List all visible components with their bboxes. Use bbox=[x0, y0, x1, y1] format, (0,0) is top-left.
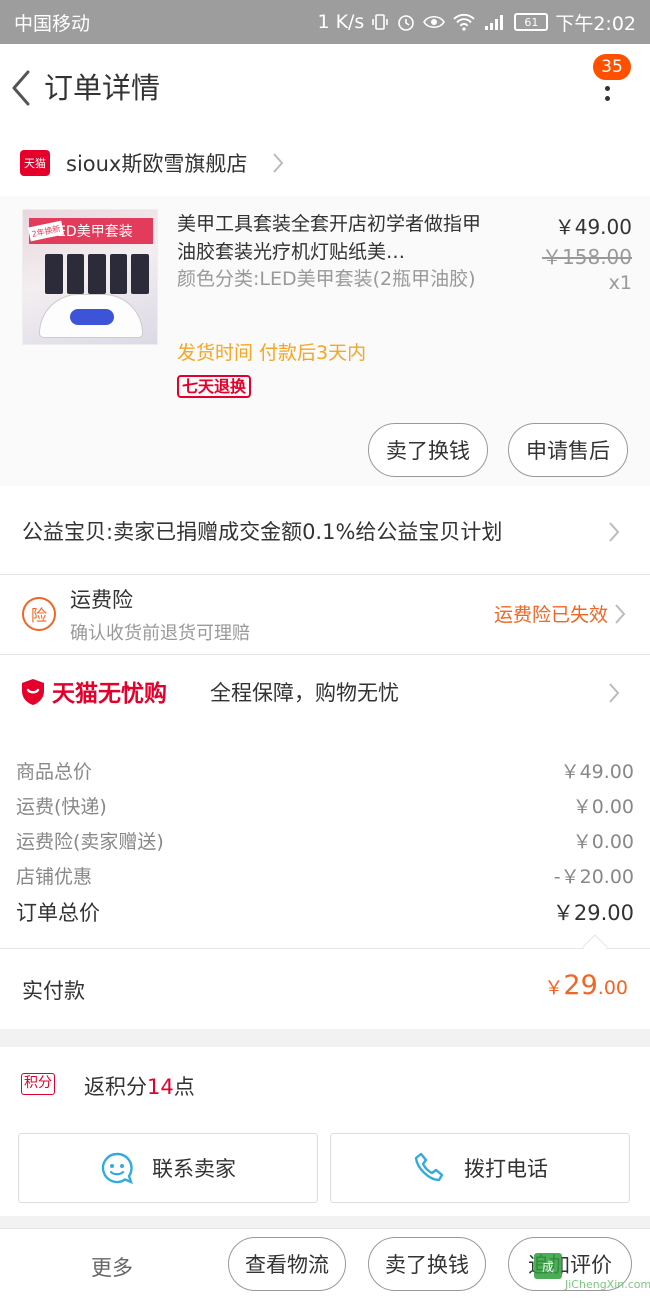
page-title: 订单详情 bbox=[44, 71, 161, 105]
tmall-logo: 天猫 bbox=[20, 150, 50, 176]
call-phone-button[interactable]: 拨打电话 bbox=[330, 1133, 630, 1203]
thumb-lamp bbox=[39, 294, 143, 338]
summary-row: 运费(快递) ￥0.00 bbox=[16, 792, 634, 819]
alarm-icon bbox=[396, 12, 416, 32]
wifi-icon bbox=[452, 13, 476, 31]
network-speed: 1 K/s bbox=[317, 11, 365, 33]
shield-icon bbox=[22, 679, 44, 705]
carrier-label: 中国移动 bbox=[14, 12, 91, 35]
chevron-right-icon bbox=[615, 604, 626, 624]
points-number: 14 bbox=[147, 1075, 174, 1099]
product-sku: 颜色分类:LED美甲套装(2瓶甲油胶) bbox=[177, 268, 476, 290]
chevron-right-icon bbox=[609, 683, 620, 703]
points-tag: 积分 bbox=[21, 1073, 55, 1095]
order-total-row: 订单总价 ￥29.00 bbox=[16, 897, 634, 927]
guarantee-desc: 全程保障，购物无忧 bbox=[210, 681, 399, 705]
summary-row: 运费险(卖家赠送) ￥0.00 bbox=[16, 827, 634, 854]
insurance-title: 运费险 bbox=[70, 588, 133, 612]
resell-button[interactable]: 卖了换钱 bbox=[368, 423, 488, 477]
chevron-right-icon bbox=[273, 153, 284, 173]
status-right: 1 K/s 61 下午2:02 bbox=[317, 9, 636, 36]
signal-icon bbox=[483, 13, 507, 31]
guarantee-brand: 天猫无忧购 bbox=[52, 681, 167, 707]
product-quantity: x1 bbox=[608, 272, 632, 294]
product-price: ￥49.00 bbox=[554, 215, 632, 239]
battery-icon: 61 bbox=[514, 13, 549, 31]
contact-seller-button[interactable]: 联系卖家 bbox=[18, 1133, 318, 1203]
summary-value: -￥20.00 bbox=[553, 866, 634, 888]
charity-text: 公益宝贝:卖家已捐赠成交金额0.1%给公益宝贝计划 bbox=[22, 520, 503, 544]
back-button[interactable] bbox=[8, 68, 34, 108]
insurance-icon: 险 bbox=[22, 597, 56, 631]
paid-label: 实付款 bbox=[22, 979, 85, 1003]
points-prefix: 返积分 bbox=[84, 1075, 147, 1099]
order-total-value: ￥29.00 bbox=[552, 901, 634, 925]
after-sale-button[interactable]: 申请售后 bbox=[508, 423, 628, 477]
resell-bottom-button[interactable]: 卖了换钱 bbox=[368, 1237, 486, 1291]
thumb-bottles bbox=[45, 254, 149, 294]
more-link[interactable]: 更多 bbox=[91, 1252, 133, 1282]
watermark-site: JiChengXin.com bbox=[565, 1278, 650, 1291]
product-title[interactable]: 美甲工具套装全套开店初学者做指甲油胶套装光疗机灯贴纸美… bbox=[177, 210, 487, 266]
summary-label: 运费(快递) bbox=[16, 796, 107, 818]
status-bar: 中国移动 1 K/s 61 下午2:02 bbox=[0, 0, 650, 44]
paid-currency: ￥ bbox=[544, 977, 564, 999]
contact-seller-label: 联系卖家 bbox=[152, 1157, 236, 1181]
summary-row: 商品总价 ￥49.00 bbox=[16, 757, 634, 784]
product-thumbnail[interactable]: LED美甲套装 2年换新 bbox=[22, 209, 158, 345]
chat-bubble-icon bbox=[101, 1152, 133, 1185]
phone-icon bbox=[414, 1152, 444, 1182]
insurance-subtitle: 确认收货前退货可理赔 bbox=[70, 623, 250, 644]
paid-decimal: .00 bbox=[597, 977, 628, 999]
shop-name[interactable]: sioux斯欧雪旗舰店 bbox=[66, 132, 247, 196]
order-total-label: 订单总价 bbox=[16, 901, 100, 925]
summary-value: ￥49.00 bbox=[560, 761, 634, 783]
seven-day-return-badge: 七天退换 bbox=[177, 375, 252, 398]
nav-bar: 订单详情 bbox=[0, 44, 650, 132]
insurance-status: 运费险已失效 bbox=[493, 604, 608, 626]
watermark-logo: 成 bbox=[534, 1253, 562, 1279]
points-text: 返积分14点 bbox=[84, 1071, 195, 1101]
view-logistics-button[interactable]: 查看物流 bbox=[228, 1237, 346, 1291]
clock: 下午2:02 bbox=[555, 12, 636, 35]
summary-value: ￥0.00 bbox=[572, 831, 634, 853]
chevron-left-icon bbox=[12, 70, 30, 106]
call-phone-label: 拨打电话 bbox=[464, 1157, 548, 1181]
points-suffix: 点 bbox=[173, 1075, 195, 1099]
summary-value: ￥0.00 bbox=[572, 796, 634, 818]
eye-icon bbox=[423, 14, 446, 30]
chevron-right-icon bbox=[609, 522, 620, 542]
product-original-price: ￥158.00 bbox=[542, 245, 632, 269]
vibrate-icon bbox=[371, 13, 389, 31]
message-count-badge: 35 bbox=[591, 52, 633, 82]
app-root: 中国移动 1 K/s 61 下午2:02 订单详情 35 天猫 sioux斯欧雪… bbox=[0, 0, 650, 1300]
summary-label: 商品总价 bbox=[16, 761, 93, 783]
summary-label: 店铺优惠 bbox=[16, 866, 93, 888]
summary-row: 店铺优惠 -￥20.00 bbox=[16, 862, 634, 889]
summary-label: 运费险(卖家赠送) bbox=[16, 831, 164, 853]
paid-amount: ￥29.00 bbox=[544, 970, 628, 1001]
ship-time: 发货时间 付款后3天内 bbox=[177, 342, 367, 364]
paid-integer: 29 bbox=[563, 970, 598, 1001]
